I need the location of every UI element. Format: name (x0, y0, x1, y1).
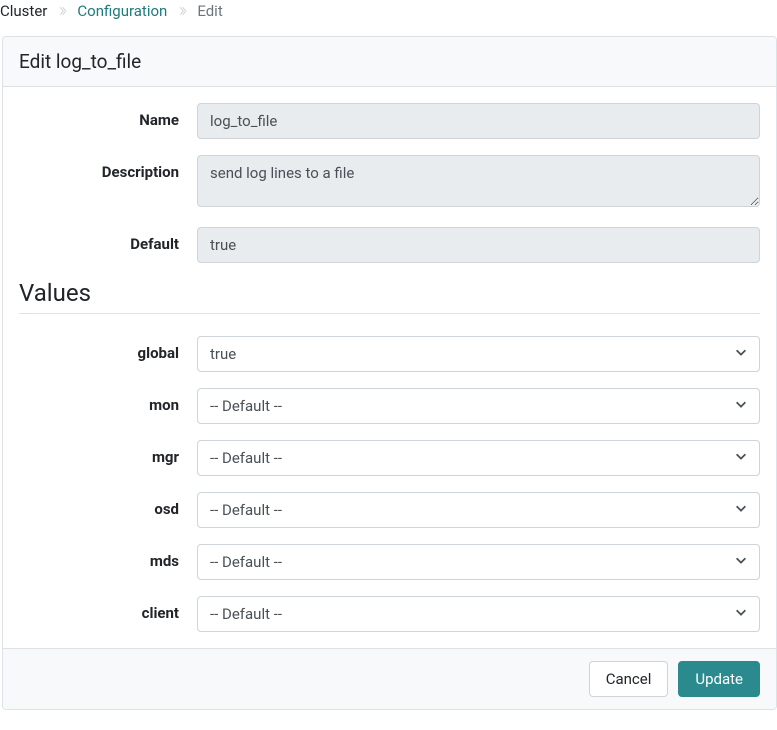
values-section-title: Values (19, 279, 760, 314)
panel-body: Name Description send log lines to a fil… (3, 87, 776, 648)
mon-label: mon (19, 388, 197, 414)
form-row-global: global true (19, 336, 760, 372)
breadcrumb: Cluster Configuration Edit (0, 0, 777, 34)
name-input (197, 103, 760, 139)
form-row-description: Description send log lines to a file (19, 155, 760, 211)
breadcrumb-configuration-link[interactable]: Configuration (77, 2, 167, 20)
description-label: Description (19, 155, 197, 181)
mon-select[interactable]: -- Default -- (197, 388, 760, 424)
osd-label: osd (19, 492, 197, 518)
panel-footer: Cancel Update (3, 648, 776, 709)
panel-title: Edit log_to_file (3, 37, 776, 87)
form-row-mds: mds -- Default -- (19, 544, 760, 580)
update-button[interactable]: Update (678, 661, 760, 697)
chevron-right-icon (177, 6, 187, 16)
global-label: global (19, 336, 197, 362)
mgr-select[interactable]: -- Default -- (197, 440, 760, 476)
description-textarea: send log lines to a file (197, 155, 760, 207)
mds-label: mds (19, 544, 197, 570)
mds-select[interactable]: -- Default -- (197, 544, 760, 580)
edit-config-panel: Edit log_to_file Name Description send l… (2, 36, 777, 710)
global-select[interactable]: true (197, 336, 760, 372)
chevron-right-icon (57, 6, 67, 16)
form-row-client: client -- Default -- (19, 596, 760, 632)
form-row-mgr: mgr -- Default -- (19, 440, 760, 476)
mgr-label: mgr (19, 440, 197, 466)
form-row-name: Name (19, 103, 760, 139)
breadcrumb-edit: Edit (197, 2, 222, 20)
client-label: client (19, 596, 197, 622)
form-row-osd: osd -- Default -- (19, 492, 760, 528)
form-row-default: Default (19, 227, 760, 263)
cancel-button[interactable]: Cancel (589, 661, 669, 697)
name-label: Name (19, 103, 197, 129)
client-select[interactable]: -- Default -- (197, 596, 760, 632)
form-row-mon: mon -- Default -- (19, 388, 760, 424)
default-label: Default (19, 227, 197, 253)
default-input (197, 227, 760, 263)
breadcrumb-cluster: Cluster (0, 2, 47, 20)
osd-select[interactable]: -- Default -- (197, 492, 760, 528)
